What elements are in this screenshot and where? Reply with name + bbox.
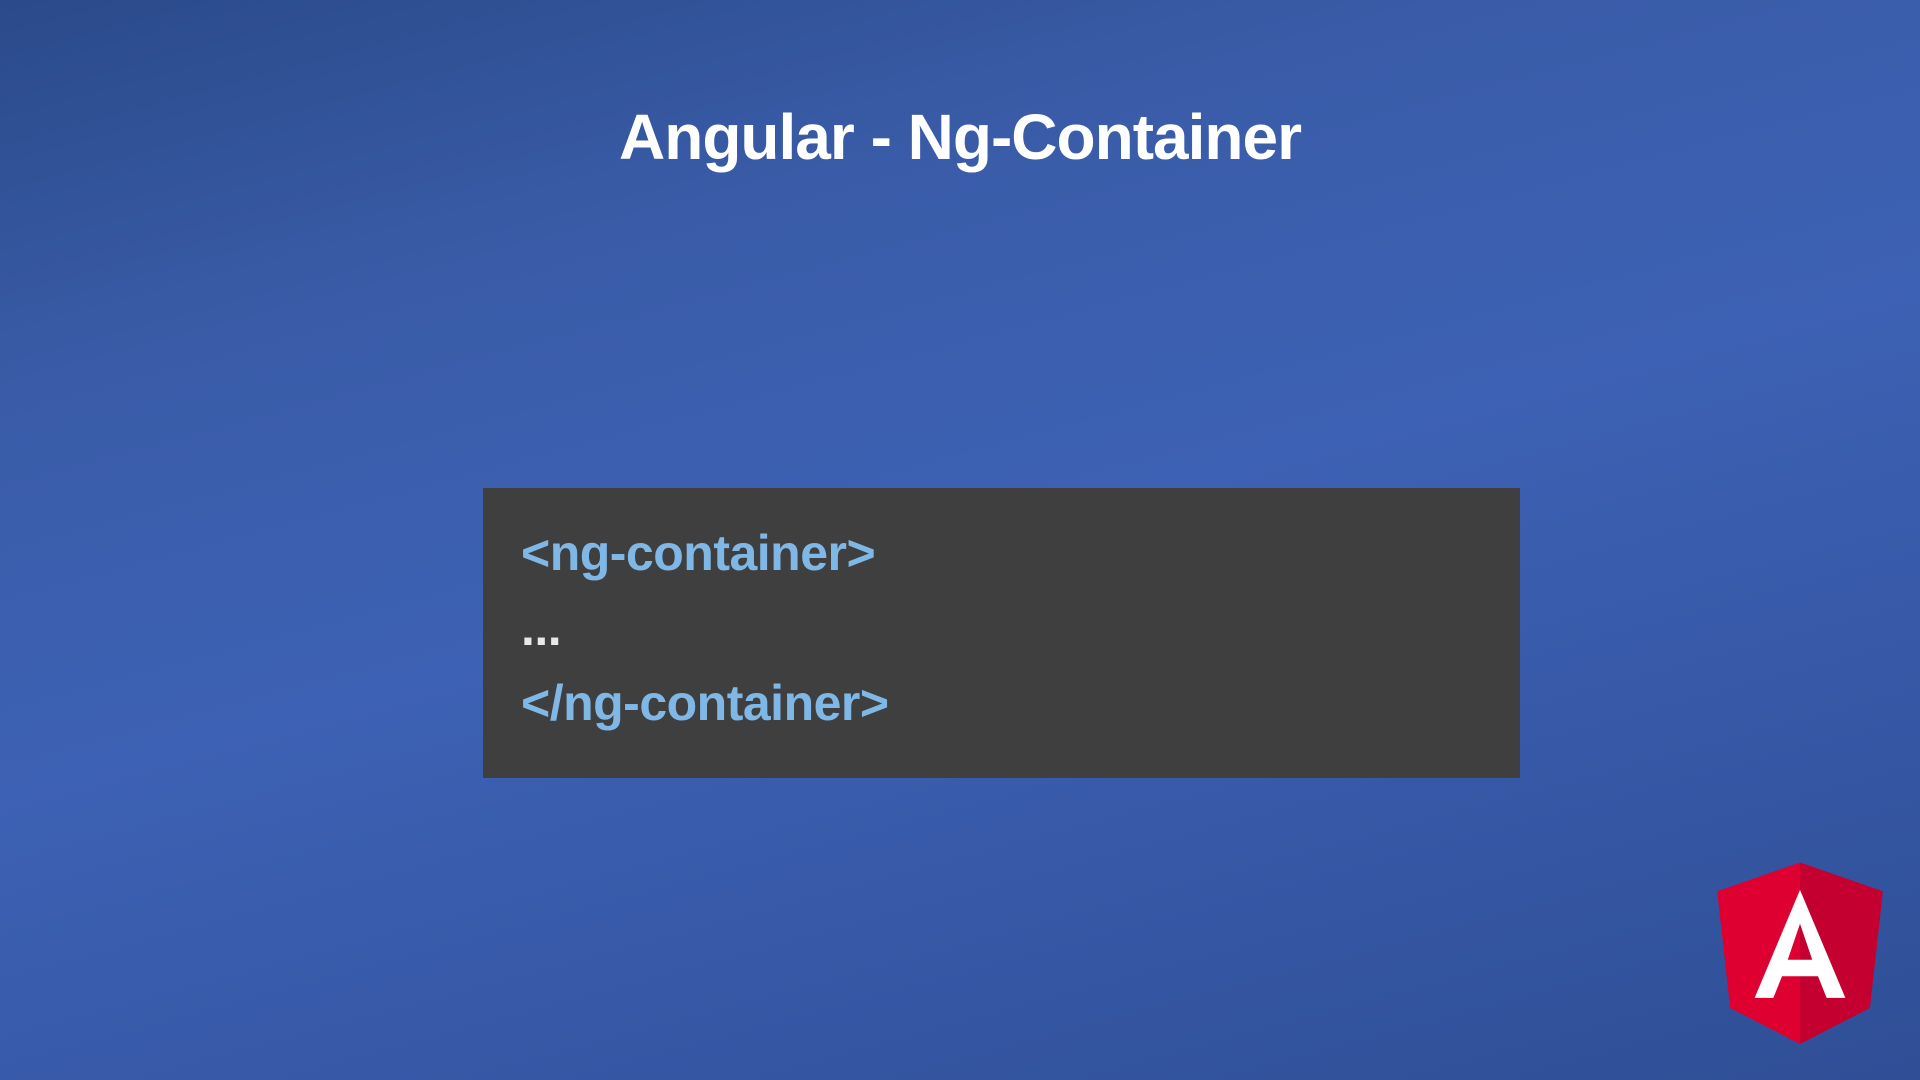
code-line-open-tag: <ng-container> [521, 516, 1482, 591]
angular-logo-icon [1710, 855, 1890, 1050]
code-snippet-box: <ng-container> ... </ng-container> [483, 488, 1520, 778]
slide-title: Angular - Ng-Container [0, 100, 1920, 174]
code-line-close-tag: </ng-container> [521, 666, 1482, 741]
code-line-content: ... [521, 591, 1482, 666]
